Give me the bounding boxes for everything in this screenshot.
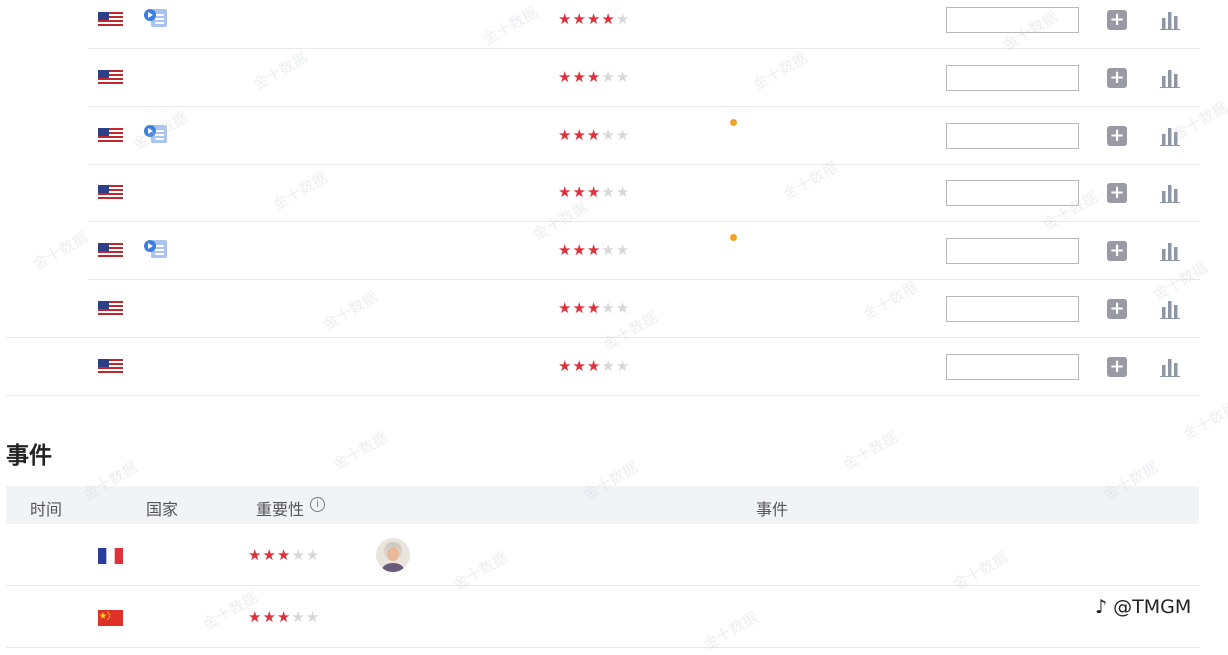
importance-stars: ★★★★★ bbox=[248, 608, 321, 626]
indicator-name[interactable] bbox=[135, 123, 169, 147]
plus-icon[interactable]: + bbox=[1107, 241, 1127, 262]
actual-input-box[interactable] bbox=[946, 353, 1079, 380]
header-importance: 重要性 bbox=[256, 500, 305, 519]
importance-stars: ★★★★★ bbox=[558, 183, 631, 202]
calendar-row[interactable]: ★★★★★ + bbox=[0, 222, 1200, 281]
us-flag-icon bbox=[98, 127, 123, 144]
plus-icon[interactable]: + bbox=[1107, 67, 1127, 88]
actual-input-box[interactable] bbox=[946, 180, 1079, 207]
importance-stars: ★★★★★ bbox=[558, 241, 631, 260]
bar-chart-icon[interactable] bbox=[1160, 183, 1180, 204]
calendar-row[interactable]: ★★★★★ + bbox=[0, 49, 1200, 107]
events-section-title: 事件 bbox=[6, 443, 52, 469]
us-flag-icon bbox=[98, 69, 123, 86]
header-country: 国家 bbox=[146, 500, 179, 519]
actual-input-box[interactable] bbox=[946, 238, 1079, 265]
importance-stars: ★★★★★ bbox=[558, 10, 631, 28]
bar-chart-icon[interactable] bbox=[1160, 299, 1180, 319]
calendar-row[interactable]: ★★★★★ + bbox=[0, 0, 1200, 49]
doc-play-icon[interactable] bbox=[143, 7, 169, 29]
bar-chart-icon[interactable] bbox=[1160, 241, 1180, 262]
cn-flag-icon bbox=[98, 610, 123, 626]
bar-chart-icon[interactable] bbox=[1160, 10, 1180, 30]
bar-chart-icon[interactable] bbox=[1160, 357, 1180, 377]
bar-chart-icon[interactable] bbox=[1160, 126, 1180, 146]
actual-input-box[interactable] bbox=[946, 64, 1079, 91]
watermark-text: 金十数据 bbox=[839, 428, 901, 474]
row-divider bbox=[6, 585, 1200, 586]
plus-icon[interactable]: + bbox=[1107, 299, 1127, 319]
us-flag-icon bbox=[98, 358, 123, 375]
plus-icon[interactable]: + bbox=[1107, 125, 1127, 146]
indicator-name[interactable] bbox=[135, 238, 169, 262]
header-time: 时间 bbox=[30, 500, 63, 519]
speaker-avatar bbox=[376, 538, 410, 572]
plus-icon[interactable]: + bbox=[1107, 183, 1127, 204]
event-row[interactable]: ★★★★★ bbox=[0, 526, 1200, 586]
us-flag-icon bbox=[98, 12, 123, 28]
importance-stars: ★★★★★ bbox=[558, 299, 631, 317]
importance-stars: ★★★★★ bbox=[558, 356, 631, 375]
watermark-text: 金十数据 bbox=[329, 428, 391, 474]
doc-play-icon[interactable] bbox=[143, 123, 169, 145]
actual-input-box[interactable] bbox=[946, 7, 1079, 33]
watermark-text: 金十数据 bbox=[1179, 398, 1228, 444]
us-flag-icon bbox=[98, 185, 123, 202]
importance-stars: ★★★★★ bbox=[558, 125, 631, 144]
calendar-row[interactable]: ★★★★★ + bbox=[0, 338, 1200, 396]
indicator-name[interactable] bbox=[135, 7, 169, 31]
actual-input-box[interactable] bbox=[946, 122, 1079, 149]
calendar-row[interactable]: ★★★★★ + bbox=[0, 107, 1200, 165]
actual-input-box[interactable] bbox=[946, 296, 1079, 322]
doc-play-icon[interactable] bbox=[143, 238, 169, 260]
importance-stars: ★★★★★ bbox=[248, 546, 321, 564]
info-icon[interactable]: i bbox=[310, 497, 325, 512]
us-flag-icon bbox=[98, 301, 123, 317]
plus-icon[interactable]: + bbox=[1107, 356, 1127, 377]
row-divider bbox=[6, 394, 1200, 396]
calendar-row[interactable]: ★★★★★ + bbox=[0, 280, 1200, 338]
tmgm-brand-overlay: ♪ @TMGM bbox=[1095, 596, 1192, 618]
fr-flag-icon bbox=[98, 548, 123, 564]
revised-dot-icon bbox=[730, 118, 737, 126]
calendar-row[interactable]: ★★★★★ + bbox=[0, 164, 1200, 223]
revised-dot-icon bbox=[730, 234, 737, 242]
row-divider bbox=[6, 647, 1200, 648]
importance-stars: ★★★★★ bbox=[558, 67, 631, 86]
us-flag-icon bbox=[98, 243, 123, 260]
plus-icon[interactable]: + bbox=[1107, 10, 1127, 30]
header-event: 事件 bbox=[756, 500, 789, 519]
events-table-header: 时间 国家 重要性 i 事件 bbox=[6, 486, 1199, 524]
bar-chart-icon[interactable] bbox=[1160, 68, 1180, 88]
event-row[interactable]: ★★★★★ bbox=[0, 588, 1200, 648]
